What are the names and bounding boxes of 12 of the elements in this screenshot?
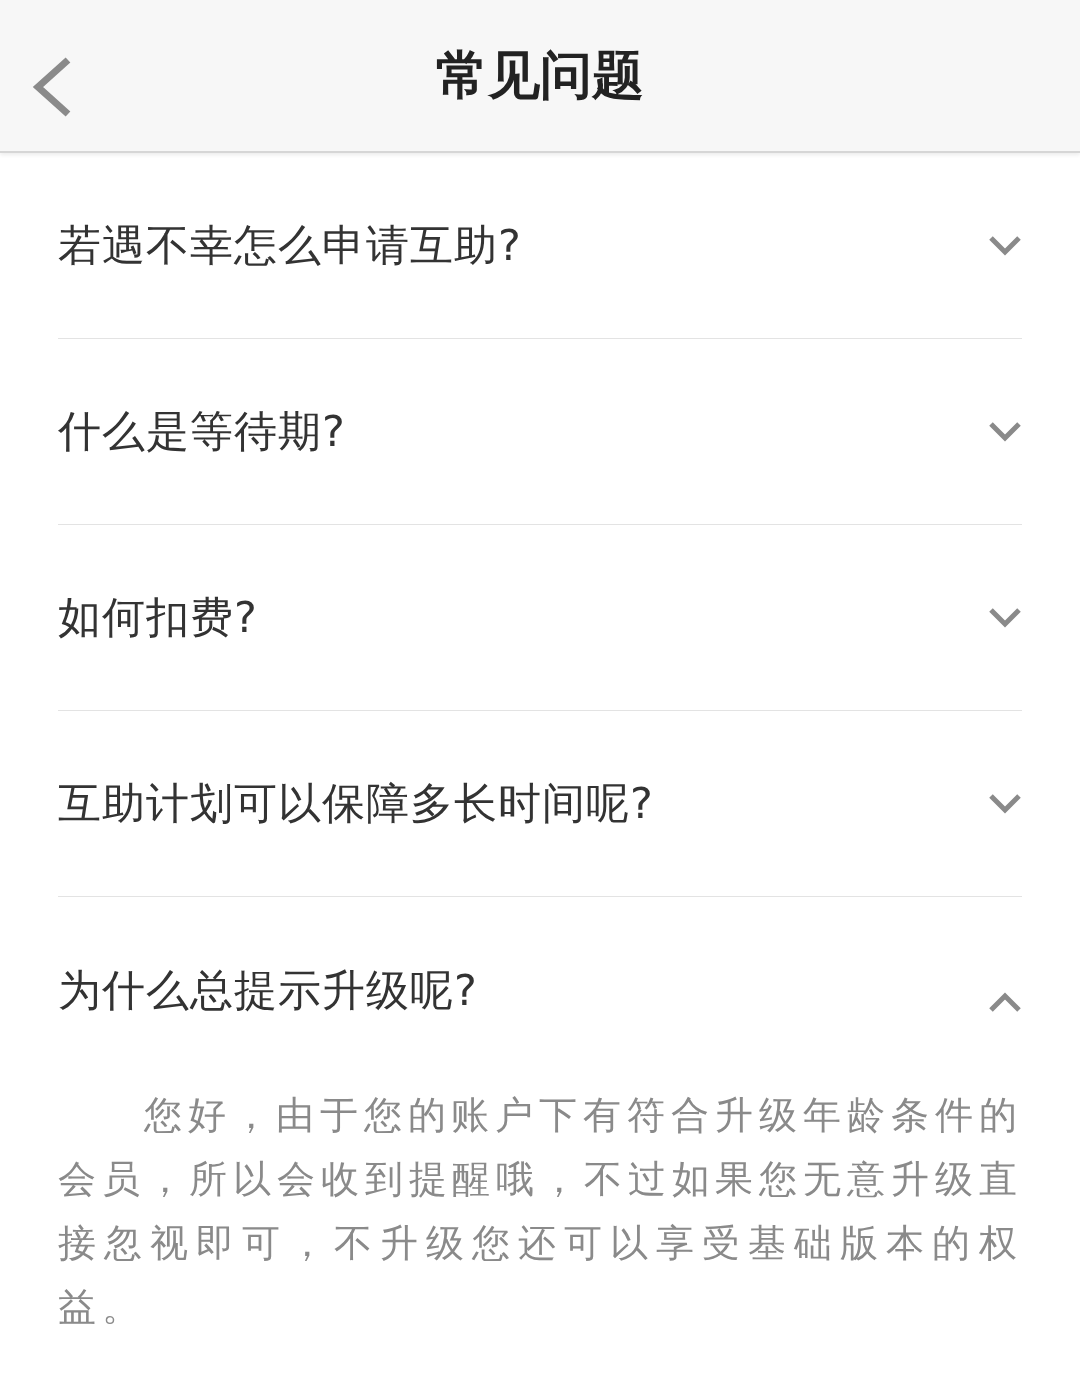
chevron-down-icon[interactable] [988, 420, 1022, 443]
chevron-down-icon[interactable] [988, 792, 1022, 815]
faq-question[interactable]: 若遇不幸怎么申请互助? [58, 213, 522, 278]
faq-answer: 您好，由于您的账户下有符合升级年龄条件的会员，所以会收到提醒哦，不过如果您无意升级直接忽视即可，不升级您还可以享受基础版本的权益。 [58, 1092, 1022, 1331]
chevron-down-icon[interactable] [988, 606, 1022, 629]
faq-question[interactable]: 互助计划可以保障多长时间呢? [58, 771, 654, 836]
chevron-down-icon[interactable] [988, 234, 1022, 257]
faq-question[interactable]: 如何扣费? [58, 585, 258, 650]
page-title: 常见问题 [436, 44, 644, 107]
faq-question[interactable]: 什么是等待期? [58, 399, 346, 464]
chevron-up-icon[interactable] [988, 991, 1022, 1013]
faq-question[interactable]: 为什么总提示升级呢? [58, 957, 478, 1023]
